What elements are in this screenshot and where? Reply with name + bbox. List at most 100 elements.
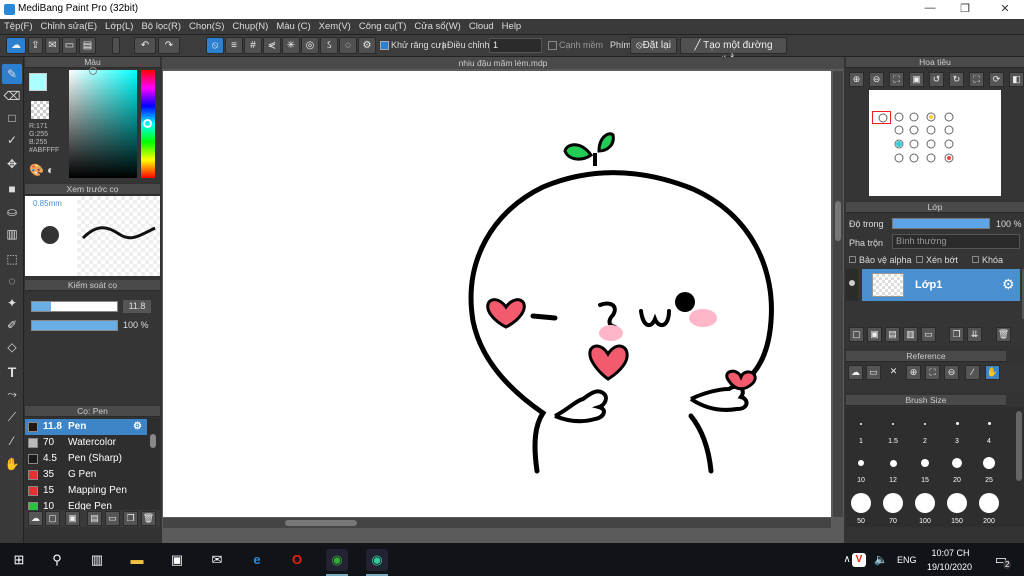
select-eraser-icon[interactable]: ◇ <box>2 337 22 357</box>
brush-size-dot[interactable] <box>956 422 959 425</box>
color-set-icon[interactable]: ◐ <box>47 163 62 178</box>
add-brush-icon[interactable]: ▣ <box>65 511 80 526</box>
zoom-in-icon[interactable]: ⊕ <box>849 72 864 87</box>
edge-checkbox[interactable] <box>548 41 557 50</box>
new-halftone-layer-icon[interactable]: ▥ <box>903 327 918 342</box>
eraser-tool-icon[interactable]: ⌫ <box>2 86 22 106</box>
menu-filter[interactable]: Bộ lọc(R) <box>137 19 185 32</box>
brush-item-pen-sharp[interactable]: 4.5 Pen (Sharp) <box>25 451 147 467</box>
horizontal-scroll-thumb[interactable] <box>285 520 357 526</box>
layer-settings-gear-icon[interactable]: ⚙ <box>1002 276 1015 293</box>
menu-window[interactable]: Cửa sổ(W) <box>410 19 464 32</box>
adjust-dropdown[interactable]: 1 <box>489 38 542 53</box>
dot-tool-icon[interactable]: ✓ <box>2 130 22 150</box>
layer-visibility-toggle[interactable] <box>846 269 858 301</box>
brush-size-dot[interactable] <box>890 460 897 467</box>
ref-zoom-in-icon[interactable]: ⊕ <box>906 365 921 380</box>
export-icon[interactable]: ⇪ <box>28 37 43 54</box>
flip-icon[interactable]: ◧ <box>1009 72 1024 87</box>
magic-wand-icon[interactable]: ✦ <box>2 293 22 313</box>
navigator-thumbnail[interactable] <box>869 90 1001 196</box>
saturation-value-picker[interactable] <box>69 70 137 178</box>
menu-select[interactable]: Chọn(S) <box>185 19 228 32</box>
brush-file-icon[interactable]: ▤ <box>87 511 102 526</box>
layer-opacity-slider[interactable] <box>892 218 990 229</box>
hand-tool-icon[interactable]: ✋ <box>2 454 22 474</box>
brush-item-watercolor[interactable]: 70 Watercolor <box>25 435 147 451</box>
brush-size-dot[interactable] <box>851 493 871 513</box>
ref-fit-icon[interactable]: ⛶ <box>925 365 940 380</box>
reset-rotation-icon[interactable]: ⟳ <box>989 72 1004 87</box>
brush-tool-icon[interactable]: ✎ <box>2 64 22 84</box>
fill-rect-tool-icon[interactable]: ■ <box>2 179 22 199</box>
concentric-snap-icon[interactable]: ◎ <box>301 37 319 54</box>
rectangle-tool-icon[interactable]: □ <box>2 108 22 128</box>
volume-icon[interactable]: 🔈 <box>870 549 892 571</box>
gradient-tool-icon[interactable]: ▥ <box>2 224 22 244</box>
blend-mode-dropdown[interactable]: Bình thường <box>892 234 1020 249</box>
divide-tool-icon[interactable]: ⟋ <box>2 407 22 427</box>
medibang-taskbar-icon[interactable]: ◉ <box>366 549 388 571</box>
brush-size-dot[interactable] <box>979 493 999 513</box>
hue-slider-handle[interactable] <box>143 119 152 128</box>
file-explorer-icon[interactable]: ▬ <box>126 549 148 571</box>
straight-line-button[interactable]: ╱ Tạo một đường thẳng <box>680 37 787 66</box>
ref-hand-icon[interactable]: ✋ <box>985 365 1000 380</box>
brush-size-slider[interactable] <box>31 301 118 312</box>
new-layer-8bit-icon[interactable]: ▣ <box>867 327 882 342</box>
fit-window-icon[interactable]: ⛶ <box>969 72 984 87</box>
curve-snap-icon[interactable]: ઽ <box>320 37 338 54</box>
ref-eyedropper-icon[interactable]: ⁄ <box>965 365 980 380</box>
brush-item-edge-pen[interactable]: 10 Edge Pen <box>25 499 147 510</box>
ref-zoom-out-icon[interactable]: ⊖ <box>944 365 959 380</box>
chrome-icon[interactable]: ◉ <box>326 549 348 571</box>
merge-layer-icon[interactable]: ⇊ <box>967 327 982 342</box>
menu-edit[interactable]: Chỉnh sửa(E) <box>37 19 102 32</box>
radial-snap-icon[interactable]: ⋞ <box>263 37 281 54</box>
rotate-right-icon[interactable]: ↻ <box>949 72 964 87</box>
menu-snap[interactable]: Chụp(N) <box>228 19 272 32</box>
brush-size-dot[interactable] <box>924 423 926 425</box>
cloud-brush-icon[interactable]: ☁ <box>28 511 43 526</box>
snap-off-icon[interactable]: ⦸ <box>206 37 224 54</box>
mail-icon[interactable]: ✉ <box>206 549 228 571</box>
message-icon[interactable]: ▭ <box>62 37 77 54</box>
brush-size-dot[interactable] <box>883 493 903 513</box>
reset-button[interactable]: ⦸Đặt lại <box>630 37 677 54</box>
maximize-button[interactable]: ❐ <box>955 2 975 15</box>
language-indicator[interactable]: ENG <box>897 555 917 565</box>
lasso-tool-icon[interactable]: ◌ <box>2 271 22 291</box>
ellipse-snap-icon[interactable]: ◌ <box>339 37 357 54</box>
delete-brush-icon[interactable]: 🗑 <box>141 511 156 526</box>
grid-snap-icon[interactable]: # <box>244 37 262 54</box>
clipping-checkbox[interactable] <box>916 256 923 263</box>
brush-size-dot[interactable] <box>860 423 862 425</box>
copy-brush-icon[interactable]: ❐ <box>123 511 138 526</box>
actual-size-icon[interactable]: ▣ <box>909 72 924 87</box>
navigator-view-rect[interactable] <box>872 111 891 124</box>
move-tool-icon[interactable]: ✥ <box>2 154 22 174</box>
menu-tools[interactable]: Công cụ(T) <box>355 19 411 32</box>
brush-item-mapping-pen[interactable]: 15 Mapping Pen <box>25 483 147 499</box>
brush-size-dot[interactable] <box>858 460 864 466</box>
zoom-out-icon[interactable]: ⊖ <box>869 72 884 87</box>
canvas-vertical-scrollbar[interactable] <box>833 71 843 517</box>
operation-tool-icon[interactable]: ⤳ <box>2 384 22 404</box>
ref-open-icon[interactable]: ▭ <box>866 365 881 380</box>
eyedropper-tool-icon[interactable]: ⁄ <box>2 431 22 451</box>
new-brush-icon[interactable]: ▢ <box>45 511 60 526</box>
brush-size-dot[interactable] <box>988 422 991 425</box>
brush-item-g-pen[interactable]: 35 G Pen <box>25 467 147 483</box>
brush-size-dot[interactable] <box>915 493 935 513</box>
menu-file[interactable]: Tệp(F) <box>0 19 37 32</box>
palette-icon[interactable]: 🎨 <box>29 163 44 178</box>
edge-icon[interactable]: e <box>246 549 268 571</box>
task-view-icon[interactable]: ▥ <box>86 549 108 571</box>
brush-size-dot[interactable] <box>947 493 967 513</box>
document-tab[interactable]: nhiu đậu mãm lém.mdp <box>162 57 844 69</box>
store-icon[interactable]: ▣ <box>166 549 188 571</box>
lock-checkbox[interactable] <box>972 256 979 263</box>
bucket-tool-icon[interactable]: ⛀ <box>2 202 22 222</box>
menu-cloud[interactable]: Cloud <box>465 19 498 32</box>
foreground-color-swatch[interactable] <box>29 73 47 91</box>
